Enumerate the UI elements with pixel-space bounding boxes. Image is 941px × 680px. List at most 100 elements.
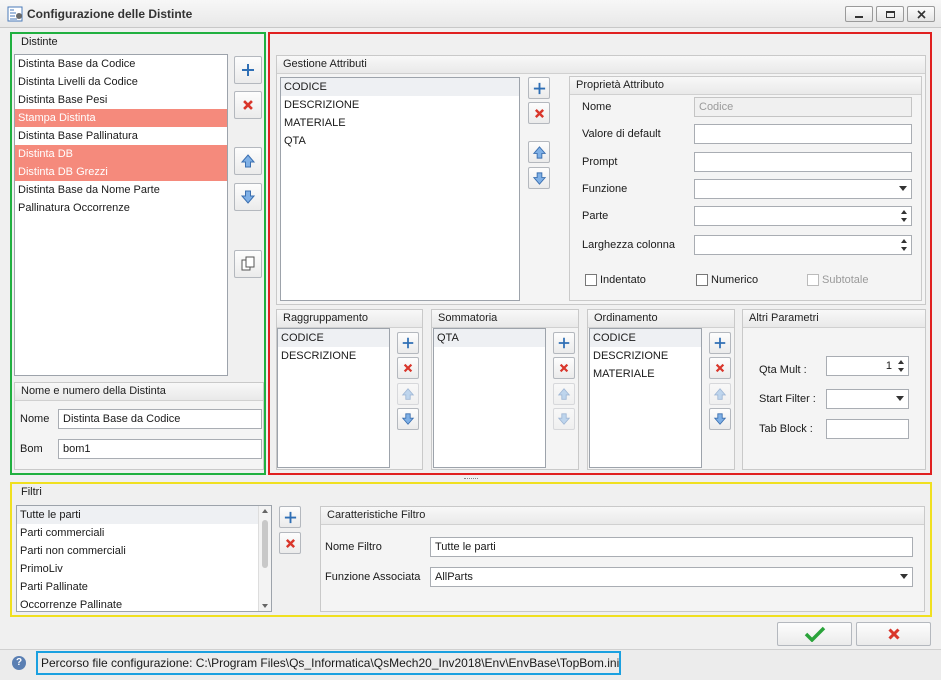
distinte-list[interactable]: Distinta Base da Codice Distinta Livelli… [14, 54, 228, 376]
attributo-item[interactable]: CODICE [281, 78, 519, 96]
ok-button[interactable] [777, 622, 852, 646]
distinte-item[interactable]: Distinta Base Pallinatura [15, 127, 227, 145]
delete-ordinamento-button[interactable] [709, 357, 731, 379]
filtri-list[interactable]: Tutte le parti Parti commerciali Parti n… [16, 505, 272, 612]
distinte-item[interactable]: Distinta Base Pesi [15, 91, 227, 109]
distinte-header: Distinte [21, 36, 58, 48]
qta-mult-spinner[interactable]: 1 [826, 356, 909, 376]
add-raggruppamento-button[interactable] [397, 332, 419, 354]
scroll-down-icon[interactable] [262, 604, 268, 608]
maximize-button[interactable] [876, 6, 904, 22]
ordinamento-item[interactable]: DESCRIZIONE [590, 347, 701, 365]
distinte-item[interactable]: Distinta Livelli da Codice [15, 73, 227, 91]
filtri-header: Filtri [21, 486, 42, 498]
bom-field[interactable]: bom1 [58, 439, 262, 459]
spin-down-icon[interactable] [901, 247, 907, 251]
chevron-down-icon [899, 186, 907, 191]
tab-block-field[interactable] [826, 419, 909, 439]
delete-attributo-button[interactable] [528, 102, 550, 124]
spin-up-icon[interactable] [901, 210, 907, 214]
ordinamento-item[interactable]: MATERIALE [590, 365, 701, 383]
attributo-item[interactable]: DESCRIZIONE [281, 96, 519, 114]
indentato-label: Indentato [600, 274, 646, 286]
raggruppamento-item[interactable]: CODICE [278, 329, 389, 347]
parte-spinner[interactable] [694, 206, 912, 226]
move-down-raggruppamento-button[interactable] [397, 408, 419, 430]
delete-filtro-button[interactable] [279, 532, 301, 554]
prop-nome-label: Nome [582, 101, 612, 113]
move-up-attributo-button[interactable] [528, 141, 550, 163]
nome-filtro-field[interactable]: Tutte le parti [430, 537, 913, 557]
arrow-down-icon [532, 171, 547, 186]
ordinamento-item[interactable]: CODICE [590, 329, 701, 347]
funzione-select[interactable] [694, 179, 912, 199]
close-icon [916, 9, 926, 19]
prompt-field[interactable] [694, 152, 912, 172]
tab-block-label: Tab Block : [759, 423, 813, 435]
distinte-item[interactable]: Pallinatura Occorrenze [15, 199, 227, 217]
filtro-item[interactable]: Parti non commerciali [17, 542, 271, 560]
distinte-item[interactable]: Stampa Distinta [15, 109, 227, 127]
filtri-scrollbar[interactable] [258, 506, 271, 611]
delete-icon [402, 362, 414, 374]
delete-raggruppamento-button[interactable] [397, 357, 419, 379]
filtro-item[interactable]: Parti Pallinate [17, 578, 271, 596]
add-filtro-button[interactable] [279, 506, 301, 528]
move-down-ordinamento-button[interactable] [709, 408, 731, 430]
filtro-item[interactable]: PrimoLiv [17, 560, 271, 578]
move-up-raggruppamento-button[interactable] [397, 383, 419, 405]
move-up-distinta-button[interactable] [234, 147, 262, 175]
move-down-sommatoria-button[interactable] [553, 408, 575, 430]
attributo-item[interactable]: MATERIALE [281, 114, 519, 132]
indentato-checkbox[interactable] [585, 274, 597, 286]
scroll-up-icon[interactable] [262, 509, 268, 513]
copy-distinta-button[interactable] [234, 250, 262, 278]
add-attributo-button[interactable] [528, 77, 550, 99]
ordinamento-list[interactable]: CODICE DESCRIZIONE MATERIALE [589, 328, 702, 468]
help-icon[interactable]: ? [12, 656, 26, 670]
sommatoria-list[interactable]: QTA [433, 328, 546, 468]
distinte-item[interactable]: Distinta Base da Codice [15, 55, 227, 73]
move-up-ordinamento-button[interactable] [709, 383, 731, 405]
funzione-associata-select[interactable]: AllParts [430, 567, 913, 587]
spin-down-icon[interactable] [901, 218, 907, 222]
ordinamento-header: Ordinamento [588, 310, 734, 328]
cancel-button[interactable] [856, 622, 931, 646]
distinte-item[interactable]: Distinta Base da Nome Parte [15, 181, 227, 199]
numerico-checkbox[interactable] [696, 274, 708, 286]
move-down-attributo-button[interactable] [528, 167, 550, 189]
raggruppamento-list[interactable]: CODICE DESCRIZIONE [277, 328, 390, 468]
larghezza-spinner[interactable] [694, 235, 912, 255]
add-ordinamento-button[interactable] [709, 332, 731, 354]
start-filter-select[interactable] [826, 389, 909, 409]
delete-distinta-button[interactable] [234, 91, 262, 119]
add-distinta-button[interactable] [234, 56, 262, 84]
move-down-distinta-button[interactable] [234, 183, 262, 211]
distinte-item[interactable]: Distinta DB Grezzi [15, 163, 227, 181]
splitter-grip[interactable] [464, 478, 478, 480]
raggruppamento-item[interactable]: DESCRIZIONE [278, 347, 389, 365]
spin-up-icon[interactable] [901, 239, 907, 243]
scroll-thumb[interactable] [262, 520, 268, 568]
nome-field[interactable]: Distinta Base da Codice [58, 409, 262, 429]
arrow-down-icon [401, 412, 415, 426]
delete-sommatoria-button[interactable] [553, 357, 575, 379]
spin-down-icon[interactable] [898, 368, 904, 372]
funzione-label: Funzione [582, 183, 628, 195]
attributo-item[interactable]: QTA [281, 132, 519, 150]
distinte-item[interactable]: Distinta DB [15, 145, 227, 163]
proprieta-header: Proprietà Attributo [570, 77, 921, 95]
spin-up-icon[interactable] [898, 360, 904, 364]
default-field[interactable] [694, 124, 912, 144]
cancel-icon [886, 626, 902, 642]
minimize-button[interactable] [845, 6, 873, 22]
filtro-item[interactable]: Parti commerciali [17, 524, 271, 542]
attributi-list[interactable]: CODICE DESCRIZIONE MATERIALE QTA [280, 77, 520, 301]
filtro-item[interactable]: Tutte le parti [17, 506, 271, 524]
sommatoria-item[interactable]: QTA [434, 329, 545, 347]
add-sommatoria-button[interactable] [553, 332, 575, 354]
plus-icon [283, 510, 298, 525]
close-button[interactable] [907, 6, 935, 22]
filtro-item[interactable]: Occorrenze Pallinate [17, 596, 271, 611]
move-up-sommatoria-button[interactable] [553, 383, 575, 405]
